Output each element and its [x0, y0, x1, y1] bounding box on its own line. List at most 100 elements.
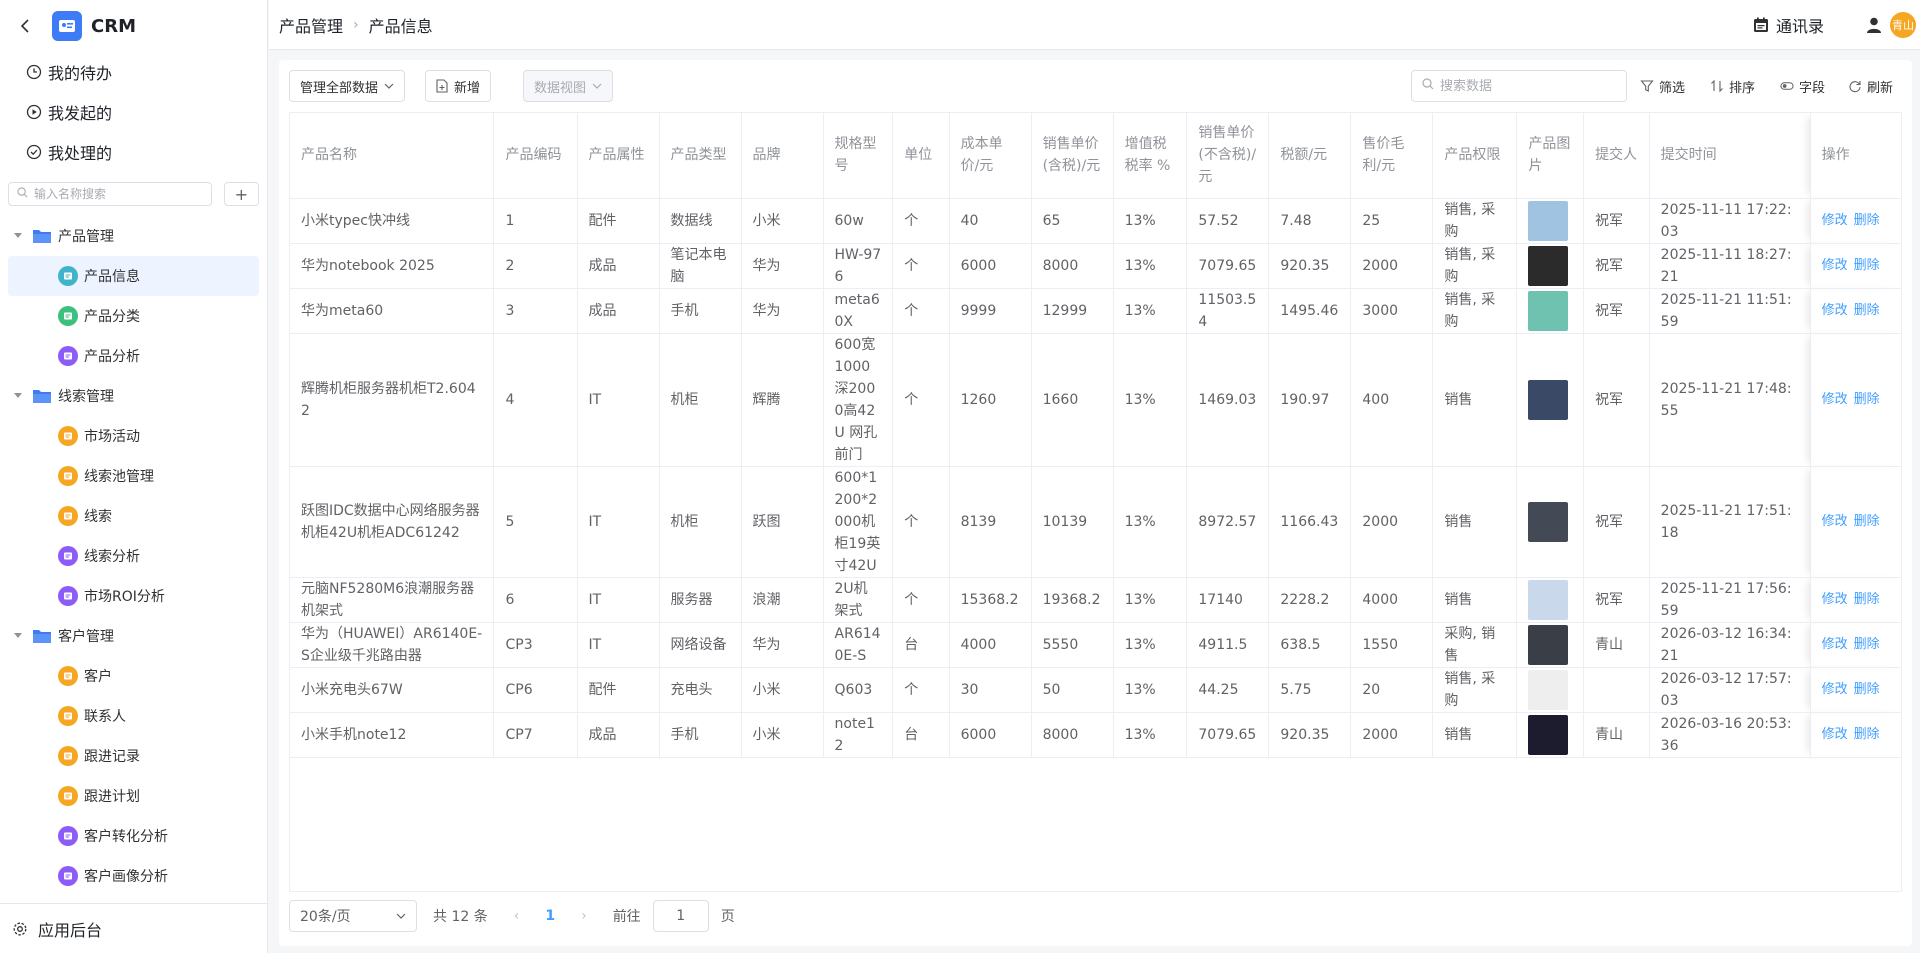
column-header[interactable]: 产品编码 — [493, 113, 578, 199]
column-header[interactable]: 提交时间 — [1649, 113, 1811, 199]
table-row[interactable]: 华为meta60 3 成品 手机 华为 meta60X 个 9999 12999 13% 11503… — [290, 288, 1901, 334]
tree-item[interactable]: 市场活动 — [8, 416, 259, 456]
column-header[interactable]: 产品类型 — [659, 113, 742, 199]
quick-my-todo[interactable]: 我的待办 — [26, 52, 267, 92]
tree-item[interactable]: 产品分析 — [8, 336, 259, 376]
breadcrumb-item[interactable]: 产品管理 — [279, 13, 343, 37]
column-header[interactable]: 销售单价(含税)/元 — [1031, 113, 1114, 199]
product-image-cell — [1516, 243, 1585, 289]
tree-item[interactable]: 线索分析 — [8, 536, 259, 576]
tree-add-button[interactable]: + — [223, 182, 259, 206]
tree-item[interactable]: 线索池管理 — [8, 456, 259, 496]
edit-link[interactable]: 修改 — [1822, 682, 1848, 697]
add-button[interactable]: 新增 — [425, 70, 492, 102]
tree-item[interactable]: 联系人 — [8, 696, 259, 736]
tree-item[interactable]: 产品信息 — [8, 256, 259, 296]
product-thumbnail[interactable] — [1528, 501, 1569, 542]
sort-button[interactable]: 排序 — [1710, 70, 1755, 102]
product-thumbnail[interactable] — [1528, 714, 1569, 755]
edit-link[interactable]: 修改 — [1822, 392, 1848, 407]
table-row[interactable]: 元脑NF5280M6浪潮服务器机架式 6 IT 服务器 浪潮 2U机架式个 15368.2 1… — [290, 577, 1901, 623]
tree-group[interactable]: 线索管理 — [0, 376, 267, 416]
goto-page-input[interactable]: 1 — [652, 900, 709, 932]
table-row[interactable]: 小米手机note12 CP7 成品 手机 小米 note12 台 6000 8000 13% 707… — [290, 712, 1901, 758]
column-header[interactable]: 产品属性 — [577, 113, 660, 199]
edit-link[interactable]: 修改 — [1822, 592, 1848, 607]
delete-link[interactable]: 删除 — [1854, 514, 1880, 529]
breadcrumb: 产品管理 › 产品信息 — [269, 13, 433, 37]
delete-link[interactable]: 删除 — [1854, 213, 1880, 228]
column-header[interactable]: 税额/元 — [1268, 113, 1352, 199]
tree-item[interactable]: 客户 — [8, 656, 259, 696]
column-header[interactable]: 售价毛利/元 — [1350, 113, 1434, 199]
table-row[interactable]: 小米typec快冲线 1 配件 数据线 小米 60w 个 40 65 13% 57.52 7.48 25… — [290, 198, 1901, 244]
column-header[interactable]: 操作 — [1810, 113, 1901, 199]
table-row[interactable]: 跃图IDC数据中心网络服务器机柜42U机柜ADC61242 5 IT 机柜 跃图 600*… — [290, 466, 1901, 578]
table-row[interactable]: 小米充电头67W CP6 配件 充电头 小米 Q603 个 30 50 13% 44.25 5.75 2… — [290, 667, 1901, 713]
avatar[interactable]: 青山 — [1890, 12, 1916, 38]
edit-link[interactable]: 修改 — [1822, 637, 1848, 652]
tree-group[interactable]: 客户管理 — [0, 616, 267, 656]
table-row[interactable]: 辉腾机柜服务器机柜T2.6042 4 IT 机柜 辉腾 600宽1000深2000高42U… — [290, 333, 1901, 467]
quick-my-handled[interactable]: 我处理的 — [26, 132, 267, 172]
table-row[interactable]: 华为（HUAWEI）AR6140E-S企业级千兆路由器 CP3 IT 网络设备 华为 AR… — [290, 622, 1901, 668]
product-thumbnail[interactable] — [1528, 379, 1569, 420]
chevron-left-icon[interactable] — [18, 18, 34, 34]
column-header[interactable]: 单位 — [892, 113, 950, 199]
column-header[interactable]: 销售单价(不含税)/元 — [1186, 113, 1270, 199]
contacts-button[interactable]: 通讯录 — [1752, 13, 1824, 37]
tree-item[interactable]: 跟进计划 — [8, 776, 259, 816]
current-page[interactable]: 1 — [545, 908, 555, 924]
tree-group[interactable]: 产品管理 — [0, 216, 267, 256]
refresh-button[interactable]: 刷新 — [1848, 70, 1893, 102]
table-row[interactable]: 华为notebook 2025 2 成品 笔记本电脑 华为 HW-976 个 6000 8000… — [290, 243, 1901, 289]
edit-link[interactable]: 修改 — [1822, 514, 1848, 529]
product-thumbnail[interactable] — [1528, 669, 1569, 710]
product-thumbnail[interactable] — [1528, 200, 1569, 241]
delete-link[interactable]: 删除 — [1854, 727, 1880, 742]
prev-page-icon[interactable]: ‹ — [514, 908, 520, 924]
form-icon — [58, 826, 78, 846]
cell-margin: 25 — [1350, 198, 1434, 244]
delete-link[interactable]: 删除 — [1854, 392, 1880, 407]
app-admin-link[interactable]: 应用后台 — [0, 903, 268, 953]
product-thumbnail[interactable] — [1528, 579, 1569, 620]
edit-link[interactable]: 修改 — [1822, 727, 1848, 742]
column-header[interactable]: 成本单价/元 — [949, 113, 1032, 199]
delete-link[interactable]: 删除 — [1854, 258, 1880, 273]
delete-link[interactable]: 删除 — [1854, 637, 1880, 652]
data-view-dropdown[interactable]: 数据视图 — [523, 70, 614, 102]
tree-item[interactable]: 客户画像分析 — [8, 856, 259, 896]
delete-link[interactable]: 删除 — [1854, 303, 1880, 318]
column-header[interactable]: 规格型号 — [823, 113, 894, 199]
tree-item[interactable]: 客户转化分析 — [8, 816, 259, 856]
column-header[interactable]: 增值税税率 % — [1113, 113, 1188, 199]
quick-my-initiated[interactable]: 我发起的 — [26, 92, 267, 132]
product-thumbnail[interactable] — [1528, 624, 1569, 665]
column-header[interactable]: 产品图片 — [1516, 113, 1585, 199]
column-header[interactable]: 品牌 — [741, 113, 824, 199]
data-search-input[interactable] — [1440, 78, 1620, 94]
next-page-icon[interactable]: › — [581, 908, 587, 924]
column-header[interactable]: 产品权限 — [1432, 113, 1518, 199]
delete-link[interactable]: 删除 — [1854, 682, 1880, 697]
data-scope-dropdown[interactable]: 管理全部数据 — [289, 70, 406, 102]
column-header[interactable]: 产品名称 — [290, 113, 495, 199]
product-thumbnail[interactable] — [1528, 290, 1569, 331]
filter-button[interactable]: 筛选 — [1640, 70, 1685, 102]
page-size-select[interactable]: 20条/页 — [289, 900, 417, 932]
edit-link[interactable]: 修改 — [1822, 258, 1848, 273]
edit-link[interactable]: 修改 — [1822, 213, 1848, 228]
product-thumbnail[interactable] — [1528, 245, 1569, 286]
tree-item[interactable]: 产品分类 — [8, 296, 259, 336]
edit-link[interactable]: 修改 — [1822, 303, 1848, 318]
column-header[interactable]: 提交人 — [1583, 113, 1650, 199]
user-icon[interactable] — [1864, 15, 1884, 35]
tree-item[interactable]: 线索 — [8, 496, 259, 536]
quick-links: 我的待办 我发起的 我处理的 — [0, 52, 267, 172]
tree-item[interactable]: 市场ROI分析 — [8, 576, 259, 616]
tree-item[interactable]: 跟进记录 — [8, 736, 259, 776]
fields-button[interactable]: 字段 — [1780, 70, 1825, 102]
delete-link[interactable]: 删除 — [1854, 592, 1880, 607]
tree-search-input[interactable] — [34, 187, 204, 201]
